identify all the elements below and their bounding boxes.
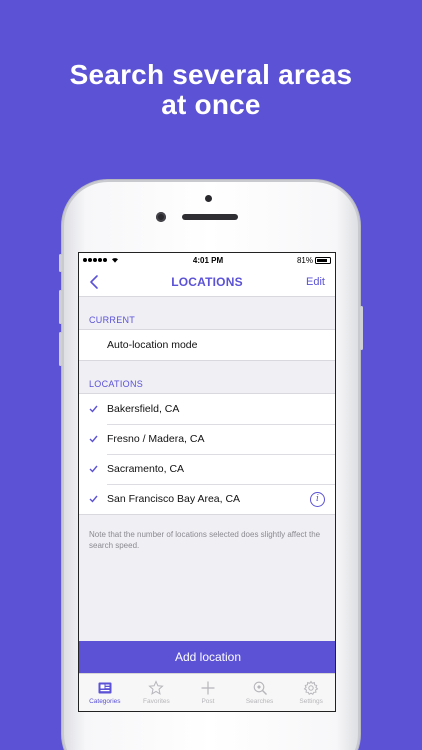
status-time: 4:01 PM: [192, 255, 224, 265]
current-group: Auto-location mode: [79, 329, 335, 361]
location-row-bakersfield[interactable]: Bakersfield, CA: [79, 394, 335, 424]
tab-bar: Categories Favorites Post Searches Setti…: [79, 673, 335, 711]
checkmark-icon: [89, 495, 98, 503]
edit-button[interactable]: Edit: [306, 276, 325, 288]
front-camera: [156, 212, 166, 222]
headline-line-1: Search several areas: [69, 59, 353, 90]
checkmark-icon: [89, 465, 98, 473]
location-row-san-francisco[interactable]: San Francisco Bay Area, CA i: [79, 484, 335, 514]
battery-icon: [315, 256, 331, 264]
earpiece-speaker: [182, 214, 238, 220]
volume-up-button: [59, 290, 62, 324]
location-label: Bakersfield, CA: [107, 403, 180, 415]
section-header-locations: LOCATIONS: [89, 379, 144, 389]
headline-line-2: at once: [161, 89, 261, 120]
footer-note: Note that the number of locations select…: [89, 530, 321, 550]
tab-label: Post: [201, 698, 215, 705]
add-location-button[interactable]: Add location: [79, 641, 335, 673]
phone-frame: 4:01 PM 81% LOCATIONS Edit CURRENT Auto-…: [59, 180, 363, 750]
proximity-sensor: [205, 195, 212, 202]
page-title: LOCATIONS: [171, 274, 243, 289]
categories-icon: [98, 682, 112, 694]
location-row-sacramento[interactable]: Sacramento, CA: [79, 454, 335, 484]
mute-switch: [59, 254, 62, 272]
tab-categories[interactable]: Categories: [79, 674, 131, 711]
tab-label: Categories: [89, 698, 121, 705]
tab-post[interactable]: Post: [182, 674, 234, 711]
checkmark-icon: [89, 435, 98, 443]
chevron-left-icon[interactable]: [87, 274, 101, 290]
location-row-fresno[interactable]: Fresno / Madera, CA: [79, 424, 335, 454]
section-header-current: CURRENT: [89, 315, 136, 325]
phone-screen: 4:01 PM 81% LOCATIONS Edit CURRENT Auto-…: [78, 252, 336, 712]
power-button: [360, 306, 363, 350]
search-icon: [253, 681, 267, 695]
tab-searches[interactable]: Searches: [234, 674, 286, 711]
location-label: Fresno / Madera, CA: [107, 433, 205, 445]
checkmark-icon: [89, 405, 98, 413]
volume-down-button: [59, 332, 62, 366]
list-item-label: Auto-location mode: [107, 339, 198, 351]
location-label: Sacramento, CA: [107, 463, 185, 475]
wifi-icon: [112, 258, 118, 263]
battery-percent: 81%: [296, 255, 313, 265]
plus-icon: [201, 681, 215, 695]
tab-label: Searches: [245, 698, 274, 705]
gear-icon: [303, 680, 319, 696]
promo-headline: Search several areas at once: [0, 60, 422, 120]
navigation-bar: LOCATIONS Edit: [79, 267, 335, 297]
star-icon: [148, 680, 165, 695]
tab-favorites[interactable]: Favorites: [131, 674, 183, 711]
locations-group: Bakersfield, CA Fresno / Madera, CA Sacr…: [79, 393, 335, 515]
tab-settings[interactable]: Settings: [285, 674, 335, 711]
tab-label: Settings: [299, 698, 323, 705]
tab-label: Favorites: [143, 698, 170, 705]
list-item-auto-location[interactable]: Auto-location mode: [79, 330, 335, 360]
status-bar: 4:01 PM 81%: [79, 253, 335, 267]
signal-indicator: [83, 257, 119, 263]
info-icon[interactable]: i: [310, 491, 325, 507]
location-label: San Francisco Bay Area, CA: [107, 493, 241, 505]
